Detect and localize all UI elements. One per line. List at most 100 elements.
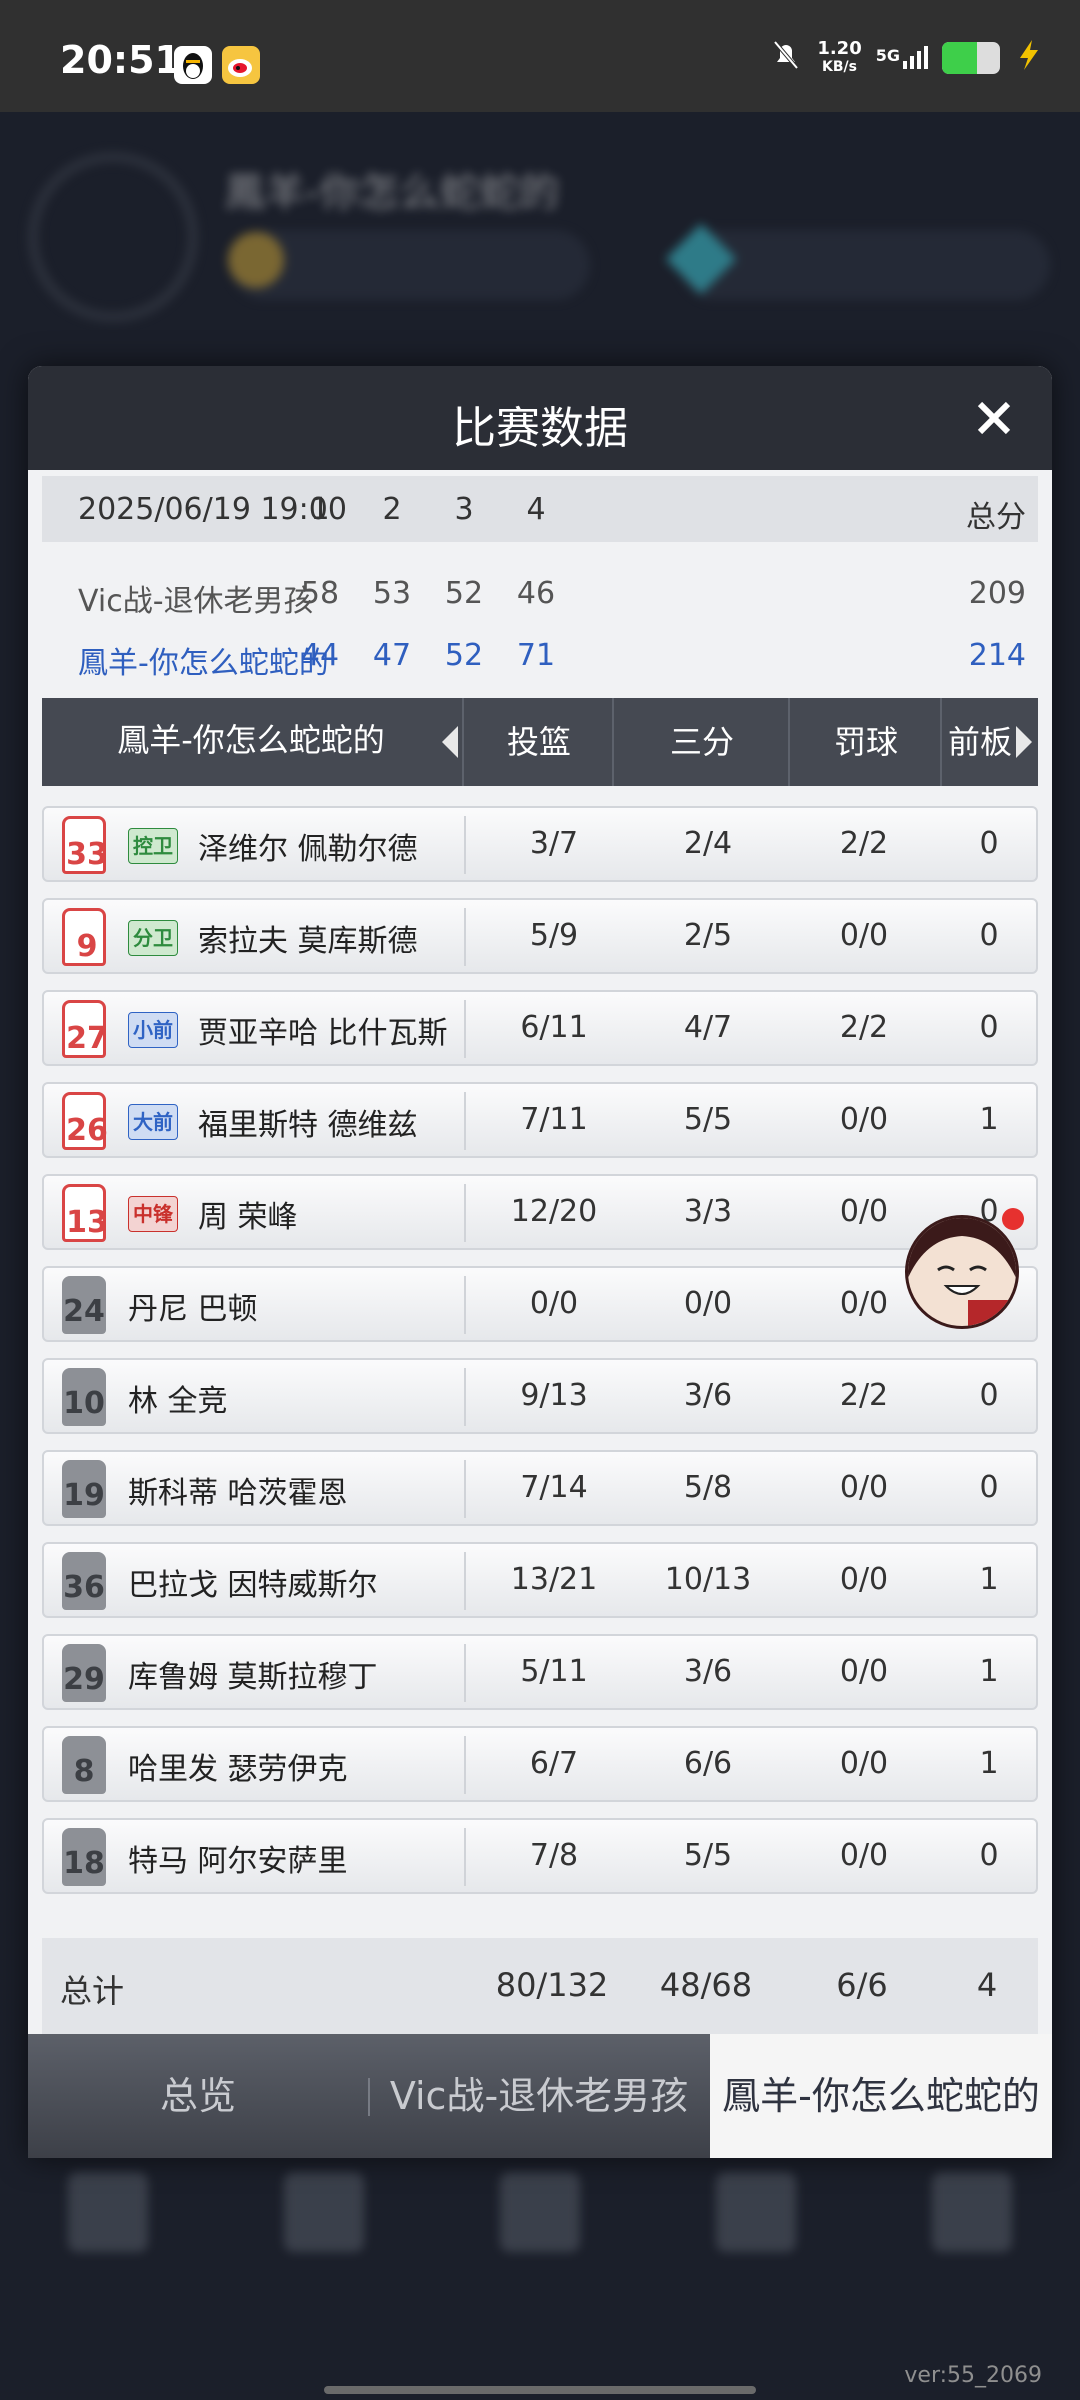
- stat-ft: 2/2: [839, 826, 889, 861]
- position-badge: 小前: [128, 1012, 178, 1048]
- jersey-icon: 29: [62, 1644, 106, 1702]
- stat-ft: 0/0: [839, 1194, 889, 1229]
- jersey-number: 36: [63, 1570, 105, 1605]
- scroll-left-arrow-icon[interactable]: [442, 726, 458, 758]
- player-row[interactable]: 27 小前 贾亚辛哈 比什瓦斯 6/11 4/7 2/2 0: [42, 990, 1038, 1066]
- stat-three: 10/13: [664, 1562, 752, 1597]
- tab-team-a[interactable]: Vic战-退休老男孩: [370, 2034, 708, 2158]
- nav-icon: [932, 2172, 1012, 2252]
- nav-icon: [716, 2172, 796, 2252]
- team-a-q2: 53: [372, 576, 412, 611]
- player-name: 丹尼 巴顿: [128, 1292, 258, 1327]
- stat-fg: 9/13: [520, 1378, 588, 1413]
- stat-ft: 0/0: [839, 1470, 889, 1505]
- jersey-number: 13: [66, 1205, 108, 1240]
- position-badge: 中锋: [128, 1196, 178, 1232]
- player-name: 周 荣峰: [198, 1200, 298, 1235]
- team-a-q4: 46: [516, 576, 556, 611]
- stat-oreb: 1: [979, 1654, 999, 1689]
- player-row[interactable]: 26 大前 福里斯特 德维兹 7/11 5/5 0/0 1: [42, 1082, 1038, 1158]
- jersey-icon: 19: [62, 1460, 106, 1518]
- mute-bell-icon: [769, 38, 803, 77]
- position-badge: 大前: [128, 1104, 178, 1140]
- totals-row: 总计 80/132 48/68 6/6 4: [42, 1938, 1038, 2034]
- quarter-4-header: 4: [526, 492, 546, 527]
- jersey-icon: 9: [62, 908, 106, 966]
- column-divider: [464, 1184, 466, 1242]
- notification-dot: [1002, 1208, 1024, 1230]
- stat-ft: 0/0: [839, 1102, 889, 1137]
- totals-fg: 80/132: [495, 1966, 609, 2004]
- jersey-icon: 27: [62, 1000, 108, 1058]
- stat-three: 5/5: [683, 1838, 733, 1873]
- avatar: [28, 152, 198, 322]
- stat-oreb: 0: [979, 1838, 999, 1873]
- team-b-name: 鳳羊-你怎么蛇蛇的: [78, 646, 329, 681]
- player-row[interactable]: 24 丹尼 巴顿 0/0 0/0 0/0: [42, 1266, 1038, 1342]
- stat-three: 3/6: [683, 1378, 733, 1413]
- tab-overview[interactable]: 总览: [28, 2034, 368, 2158]
- stat-oreb: 0: [979, 826, 999, 861]
- column-divider: [464, 1092, 466, 1150]
- stat-fg: 6/7: [529, 1746, 579, 1781]
- jersey-number: 9: [76, 929, 98, 964]
- player-name: 库鲁姆 莫斯拉穆丁: [128, 1660, 378, 1695]
- stat-oreb: 0: [979, 1378, 999, 1413]
- stat-ft: 0/0: [839, 1838, 889, 1873]
- player-row[interactable]: 10 林 全竞 9/13 3/6 2/2 0: [42, 1358, 1038, 1434]
- player-row[interactable]: 33 控卫 泽维尔 佩勒尔德 3/7 2/4 2/2 0: [42, 806, 1038, 882]
- team-b-total: 214: [968, 638, 1026, 673]
- column-divider: [464, 1644, 466, 1702]
- totals-three: 48/68: [659, 1966, 753, 2004]
- stats-table-header: 鳳羊-你怎么蛇蛇的 投篮 三分 罚球 前板: [42, 698, 1038, 786]
- player-row[interactable]: 18 特马 阿尔安萨里 7/8 5/5 0/0 0: [42, 1818, 1038, 1894]
- score-header: 2025/06/19 19:00 1 2 3 4 总分: [42, 476, 1038, 542]
- column-divider: [464, 1000, 466, 1058]
- player-row[interactable]: 36 巴拉戈 因特威斯尔 13/21 10/13 0/0 1: [42, 1542, 1038, 1618]
- column-divider: [464, 1736, 466, 1794]
- close-button[interactable]: [966, 390, 1022, 446]
- player-row[interactable]: 29 库鲁姆 莫斯拉穆丁 5/11 3/6 0/0 1: [42, 1634, 1038, 1710]
- coin-pill: [230, 230, 590, 300]
- jersey-number: 24: [63, 1294, 105, 1329]
- floating-assistant-avatar[interactable]: [905, 1215, 1019, 1329]
- stat-three: 2/5: [683, 918, 733, 953]
- stat-ft: 0/0: [839, 1746, 889, 1781]
- stat-three: 5/8: [683, 1470, 733, 1505]
- team-b-score-row: 鳳羊-你怎么蛇蛇的 44 47 52 71 214: [42, 622, 1038, 682]
- team-b-q2: 47: [372, 638, 412, 673]
- player-name: 哈里发 瑟劳伊克: [128, 1752, 348, 1787]
- stat-oreb: 0: [979, 1010, 999, 1045]
- stat-fg: 6/11: [520, 1010, 588, 1045]
- jersey-icon: 13: [62, 1184, 108, 1242]
- bottom-tab-bar: 总览 Vic战-退休老男孩 鳳羊-你怎么蛇蛇的: [28, 2034, 1052, 2158]
- scroll-right-arrow-icon[interactable]: [1016, 726, 1032, 758]
- stat-fg: 12/20: [510, 1194, 598, 1229]
- background-bottom-nav: [0, 2172, 1080, 2332]
- stat-oreb: 1: [979, 1562, 999, 1597]
- totals-ft: 6/6: [836, 1966, 888, 2004]
- player-row[interactable]: 19 斯科蒂 哈茨霍恩 7/14 5/8 0/0 0: [42, 1450, 1038, 1526]
- status-right: 1.20 KB/s 5G: [769, 38, 1044, 77]
- stat-fg: 13/21: [510, 1562, 598, 1597]
- column-divider: [464, 1276, 466, 1334]
- team-a-score-row: Vic战-退休老男孩 58 53 52 46 209: [42, 560, 1038, 620]
- version-label: ver:55_2069: [904, 2363, 1042, 2388]
- column-divider: [464, 908, 466, 966]
- nav-icon: [68, 2172, 148, 2252]
- tab-team-b[interactable]: 鳳羊-你怎么蛇蛇的: [710, 2034, 1052, 2158]
- home-indicator[interactable]: [324, 2386, 756, 2394]
- stat-three: 0/0: [683, 1286, 733, 1321]
- player-name: 特马 阿尔安萨里: [128, 1844, 348, 1879]
- col-free-throws: 罚球: [788, 698, 942, 786]
- jersey-icon: 33: [62, 816, 108, 874]
- team-a-total: 209: [968, 576, 1026, 611]
- player-row[interactable]: 13 中锋周 荣峰 12/20 3/3 0/0 0: [42, 1174, 1038, 1250]
- charging-icon: [1014, 38, 1044, 77]
- player-row[interactable]: 8 哈里发 瑟劳伊克 6/7 6/6 0/0 1: [42, 1726, 1038, 1802]
- jersey-icon: 26: [62, 1092, 108, 1150]
- col-three-pointers: 三分: [612, 698, 790, 786]
- column-divider: [464, 1368, 466, 1426]
- player-name: 泽维尔 佩勒尔德: [198, 832, 418, 867]
- player-row[interactable]: 9 分卫 索拉夫 莫库斯德 5/9 2/5 0/0 0: [42, 898, 1038, 974]
